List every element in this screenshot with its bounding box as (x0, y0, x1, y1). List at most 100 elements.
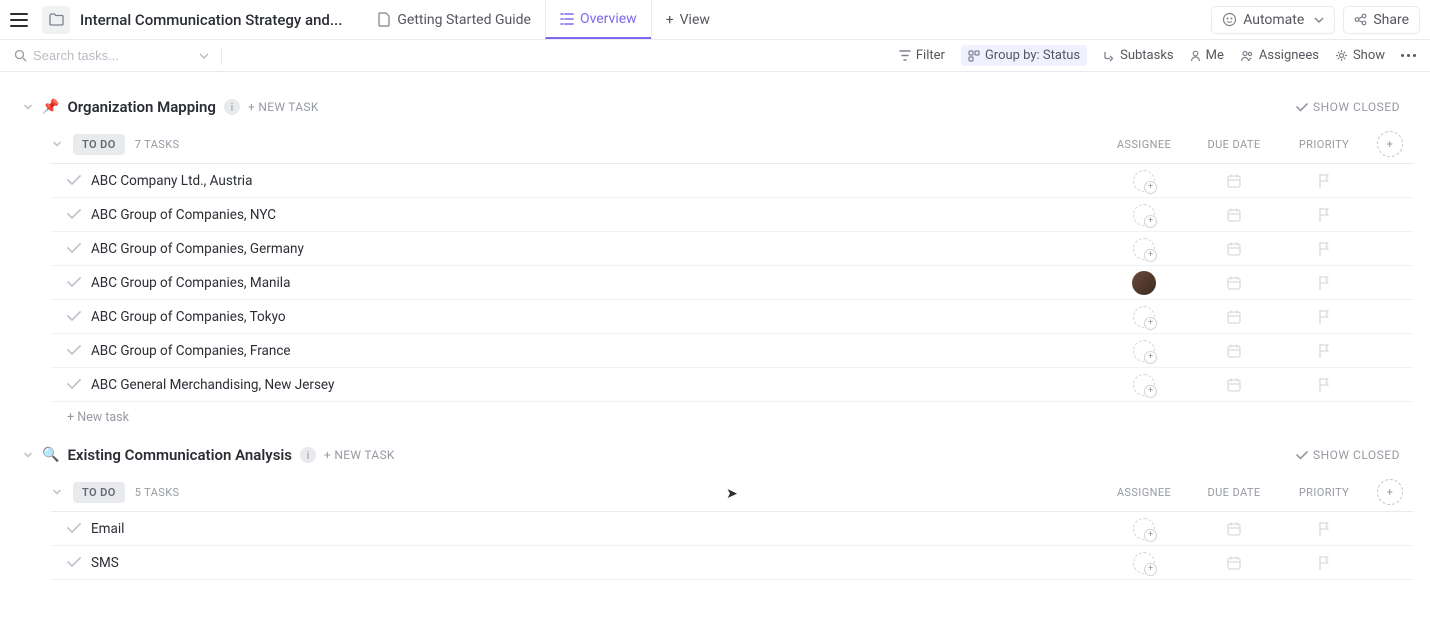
filter-label: Filter (916, 48, 945, 63)
priority-button[interactable] (1279, 241, 1369, 257)
groupby-button[interactable]: Group by: Status (961, 45, 1087, 66)
search-input[interactable] (33, 48, 153, 63)
priority-button[interactable] (1279, 173, 1369, 189)
task-row[interactable]: Email (51, 512, 1413, 546)
folder-icon[interactable] (42, 6, 70, 34)
priority-button[interactable] (1279, 309, 1369, 325)
task-name: ABC Company Ltd., Austria (91, 173, 1099, 189)
share-button[interactable]: Share (1343, 6, 1420, 34)
task-row[interactable]: ABC Company Ltd., Austria (51, 164, 1413, 198)
task-row[interactable]: ABC General Merchandising, New Jersey (51, 368, 1413, 402)
check-icon[interactable] (67, 379, 81, 390)
due-date-button[interactable] (1189, 241, 1279, 257)
due-date-button[interactable] (1189, 207, 1279, 223)
section-title: Organization Mapping (67, 98, 216, 116)
new-task-button[interactable]: + NEW TASK (324, 448, 395, 462)
automate-button[interactable]: Automate (1211, 6, 1335, 34)
check-icon[interactable] (67, 243, 81, 254)
priority-button[interactable] (1279, 521, 1369, 537)
priority-button[interactable] (1279, 377, 1369, 393)
section-emoji: 🔍 (42, 447, 59, 463)
due-date-button[interactable] (1189, 309, 1279, 325)
filter-button[interactable]: Filter (899, 48, 945, 63)
assignees-label: Assignees (1259, 48, 1319, 63)
check-icon[interactable] (67, 311, 81, 322)
check-icon[interactable] (67, 175, 81, 186)
info-icon[interactable]: i (224, 99, 240, 115)
check-icon (1296, 103, 1308, 112)
check-icon[interactable] (67, 209, 81, 220)
tab-label: View (680, 12, 710, 28)
assign-button[interactable] (1133, 340, 1155, 362)
due-date-button[interactable] (1189, 275, 1279, 291)
collapse-toggle[interactable] (22, 101, 34, 113)
page-title: Internal Communication Strategy and... (80, 11, 342, 29)
task-row[interactable]: ABC Group of Companies, Tokyo (51, 300, 1413, 334)
new-task-row[interactable]: + New task (51, 402, 1413, 425)
chevron-down-icon[interactable] (199, 53, 209, 59)
assign-button[interactable] (1133, 170, 1155, 192)
assign-button[interactable] (1133, 552, 1155, 574)
me-button[interactable]: Me (1190, 48, 1224, 63)
collapse-toggle[interactable] (51, 486, 63, 498)
assign-button[interactable] (1133, 238, 1155, 260)
assignees-button[interactable]: Assignees (1240, 48, 1319, 63)
subtasks-button[interactable]: Subtasks (1103, 48, 1174, 63)
info-icon[interactable]: i (300, 447, 316, 463)
column-header-priority[interactable]: PRIORITY (1279, 138, 1369, 151)
task-row[interactable]: ABC Group of Companies, Manila (51, 266, 1413, 300)
new-task-button[interactable]: + NEW TASK (248, 100, 319, 114)
priority-button[interactable] (1279, 207, 1369, 223)
tab-overview[interactable]: Overview (545, 0, 651, 39)
due-date-button[interactable] (1189, 173, 1279, 189)
section-title: Existing Communication Analysis (67, 446, 292, 464)
status-chip[interactable]: TO DO (73, 134, 125, 155)
column-header-duedate[interactable]: DUE DATE (1189, 138, 1279, 151)
due-date-button[interactable] (1189, 521, 1279, 537)
tab-getting-started[interactable]: Getting Started Guide (364, 0, 545, 39)
check-icon[interactable] (67, 277, 81, 288)
show-button[interactable]: Show (1335, 48, 1385, 63)
task-row[interactable]: ABC Group of Companies, Germany (51, 232, 1413, 266)
group-icon (968, 50, 980, 62)
tab-add-view[interactable]: + View (651, 0, 724, 39)
task-row[interactable]: ABC Group of Companies, NYC (51, 198, 1413, 232)
assign-button[interactable] (1133, 306, 1155, 328)
column-header-priority[interactable]: PRIORITY (1279, 486, 1369, 499)
column-header-assignee[interactable]: ASSIGNEE (1099, 486, 1189, 499)
assign-button[interactable] (1133, 204, 1155, 226)
column-header-assignee[interactable]: ASSIGNEE (1099, 138, 1189, 151)
add-column-button[interactable]: + (1377, 479, 1403, 505)
column-header-duedate[interactable]: DUE DATE (1189, 486, 1279, 499)
task-name: Email (91, 521, 1099, 537)
tab-label: Overview (580, 11, 637, 27)
due-date-button[interactable] (1189, 555, 1279, 571)
priority-button[interactable] (1279, 555, 1369, 571)
priority-button[interactable] (1279, 275, 1369, 291)
avatar[interactable] (1132, 271, 1156, 295)
show-closed-button[interactable]: SHOW CLOSED (1296, 448, 1400, 462)
task-row[interactable]: SMS (51, 546, 1413, 580)
groupby-label: Group by: Status (985, 48, 1080, 63)
hamburger-menu[interactable] (10, 13, 28, 27)
collapse-toggle[interactable] (22, 449, 34, 461)
tab-label: Getting Started Guide (397, 12, 531, 28)
collapse-toggle[interactable] (51, 138, 63, 150)
due-date-button[interactable] (1189, 343, 1279, 359)
check-icon[interactable] (67, 345, 81, 356)
task-count: 7 TASKS (135, 138, 180, 151)
assign-button[interactable] (1133, 374, 1155, 396)
show-closed-button[interactable]: SHOW CLOSED (1296, 100, 1400, 114)
subtasks-icon (1103, 50, 1115, 62)
due-date-button[interactable] (1189, 377, 1279, 393)
more-menu[interactable] (1401, 54, 1416, 57)
assign-button[interactable] (1133, 518, 1155, 540)
priority-button[interactable] (1279, 343, 1369, 359)
automate-label: Automate (1243, 12, 1304, 28)
automate-icon (1222, 12, 1237, 27)
check-icon[interactable] (67, 557, 81, 568)
task-row[interactable]: ABC Group of Companies, France (51, 334, 1413, 368)
status-chip[interactable]: TO DO (73, 482, 125, 503)
add-column-button[interactable]: + (1377, 131, 1403, 157)
check-icon[interactable] (67, 523, 81, 534)
